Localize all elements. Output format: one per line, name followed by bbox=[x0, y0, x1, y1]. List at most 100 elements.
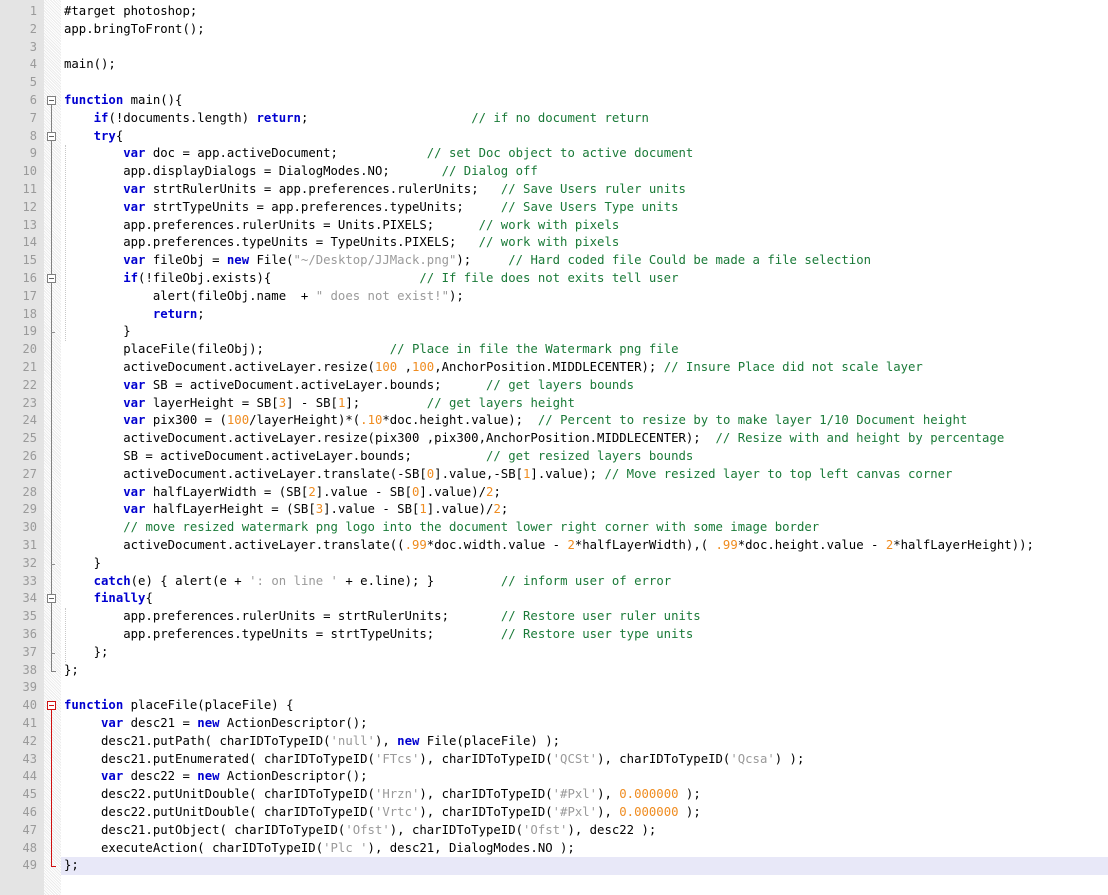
token-str: ': on line ' bbox=[249, 573, 338, 588]
token-plain: ; bbox=[300, 110, 472, 125]
code-editor[interactable]: 1 2 3 4 5 6 7 8 9 10 11 12 13 14 15 16 17 18 19 20 21 22 23 24 2… bbox=[0, 0, 1108, 895]
code-line[interactable]: desc22.putUnitDouble( charIDToTypeID('Vr… bbox=[61, 804, 701, 822]
code-line[interactable]: app.preferences.rulerUnits = Units.PIXEL… bbox=[61, 217, 619, 235]
code-line[interactable]: finally{ bbox=[61, 590, 153, 608]
token-key: function bbox=[64, 698, 124, 713]
code-line[interactable]: var fileObj = new File("~/Desktop/JJMack… bbox=[61, 252, 871, 270]
token-plain: ), bbox=[597, 805, 620, 819]
token-plain: *doc.height.value); bbox=[382, 413, 538, 428]
code-line[interactable]: }; bbox=[61, 644, 109, 662]
code-line[interactable]: }; bbox=[61, 662, 79, 680]
code-line[interactable]: var halfLayerWidth = (SB[2].value - SB[0… bbox=[61, 484, 501, 502]
token-plain: activeDocument.activeLayer.translate(-SB… bbox=[64, 466, 427, 481]
token-cmt: // work with pixels bbox=[478, 217, 620, 232]
token-plain: ), charIDToTypeID( bbox=[419, 751, 553, 766]
code-line[interactable]: desc21.putEnumerated( charIDToTypeID('FT… bbox=[61, 751, 804, 769]
code-line[interactable]: if(!fileObj.exists){ // If file does not… bbox=[61, 270, 678, 288]
code-folding-strip[interactable] bbox=[44, 0, 61, 895]
line-number: 11 bbox=[22, 182, 37, 196]
code-line[interactable]: var strtRulerUnits = app.preferences.rul… bbox=[61, 181, 686, 199]
line-number: 22 bbox=[22, 377, 37, 392]
token-plain: ].value)/ bbox=[426, 502, 494, 517]
token-cmt: // get layers bounds bbox=[486, 377, 635, 392]
code-line[interactable]: var pix300 = (100/layerHeight)*(.10*doc.… bbox=[61, 412, 967, 430]
token-plain: pix300 = ( bbox=[145, 413, 227, 428]
fold-collapse-icon[interactable] bbox=[47, 96, 56, 105]
token-cmt: // set Doc object to active document bbox=[426, 146, 694, 161]
line-number: 46 bbox=[22, 805, 37, 819]
token-cmt: // Save Users Type units bbox=[500, 199, 679, 214]
line-number: 10 bbox=[22, 164, 37, 179]
line-number: 8 bbox=[29, 128, 37, 143]
fold-collapse-icon[interactable] bbox=[47, 131, 56, 141]
code-line[interactable]: desc22.putUnitDouble( charIDToTypeID('Hr… bbox=[61, 786, 701, 804]
code-line[interactable]: desc21.putObject( charIDToTypeID('Ofst')… bbox=[61, 822, 656, 840]
code-line[interactable]: activeDocument.activeLayer.resize(100 ,1… bbox=[61, 359, 923, 377]
token-plain: desc21.putObject( charIDToTypeID( bbox=[64, 822, 346, 837]
code-line[interactable]: var strtTypeUnits = app.preferences.type… bbox=[61, 199, 679, 217]
token-key: new bbox=[397, 733, 420, 748]
code-line[interactable]: app.bringToFront(); bbox=[61, 21, 205, 39]
token-plain: ), charIDToTypeID( bbox=[419, 805, 553, 819]
token-num: .99 bbox=[404, 538, 427, 552]
line-number: 13 bbox=[22, 217, 37, 232]
token-plain: ; bbox=[493, 484, 501, 499]
code-line[interactable]: catch(e) { alert(e + ': on line ' + e.li… bbox=[61, 573, 672, 591]
code-line[interactable]: var desc22 = new ActionDescriptor(); bbox=[61, 768, 368, 786]
code-line[interactable] bbox=[61, 679, 71, 697]
code-line[interactable]: var desc21 = new ActionDescriptor(); bbox=[61, 715, 368, 733]
code-line[interactable]: }; bbox=[61, 857, 79, 875]
line-number: 45 bbox=[22, 787, 37, 802]
code-line[interactable]: desc21.putPath( charIDToTypeID('null'), … bbox=[61, 733, 560, 751]
token-str: '#Pxl' bbox=[552, 805, 598, 819]
current-line-highlight bbox=[61, 857, 1108, 876]
code-line[interactable]: } bbox=[61, 555, 101, 573]
code-line[interactable]: var SB = activeDocument.activeLayer.boun… bbox=[61, 377, 634, 395]
code-line[interactable]: SB = activeDocument.activeLayer.bounds; … bbox=[61, 448, 693, 466]
token-plain: *doc.height.value - bbox=[737, 538, 886, 552]
code-line[interactable]: function main(){ bbox=[61, 92, 182, 110]
code-line[interactable]: activeDocument.activeLayer.resize(pix300… bbox=[61, 430, 1004, 448]
code-line[interactable]: executeAction( charIDToTypeID('Plc '), d… bbox=[61, 840, 575, 858]
token-plain: ].value,-SB[ bbox=[434, 466, 524, 481]
code-line[interactable]: activeDocument.activeLayer.translate(-SB… bbox=[61, 466, 952, 484]
line-number: 14 bbox=[22, 235, 37, 250]
code-line[interactable] bbox=[61, 39, 71, 57]
code-line[interactable]: if(!documents.length) return; // if no d… bbox=[61, 110, 649, 128]
token-key: var bbox=[123, 253, 146, 268]
token-plain: executeAction( charIDToTypeID( bbox=[64, 840, 324, 855]
code-line[interactable]: return; bbox=[61, 306, 205, 324]
code-line[interactable]: var doc = app.activeDocument; // set Doc… bbox=[61, 145, 693, 163]
fold-collapse-icon[interactable] bbox=[47, 274, 56, 283]
code-line[interactable]: activeDocument.activeLayer.translate((.9… bbox=[61, 537, 1034, 555]
token-plain: ) ); bbox=[774, 751, 805, 766]
code-line[interactable]: alert(fileObj.name + " does not exist!")… bbox=[61, 288, 464, 306]
code-line[interactable]: app.preferences.rulerUnits = strtRulerUn… bbox=[61, 608, 700, 626]
code-line[interactable]: main(); bbox=[61, 56, 116, 74]
code-line[interactable]: try{ bbox=[61, 128, 124, 146]
code-line[interactable]: function placeFile(placeFile) { bbox=[61, 697, 294, 715]
code-line[interactable]: // move resized watermark png logo into … bbox=[61, 519, 819, 537]
line-number: 28 bbox=[22, 484, 37, 499]
token-plain: app.preferences.typeUnits = strtTypeUnit… bbox=[64, 627, 501, 641]
code-line[interactable]: #target photoshop; bbox=[61, 3, 197, 21]
fold-collapse-icon[interactable] bbox=[47, 701, 56, 711]
token-key: var bbox=[123, 395, 146, 410]
code-line[interactable] bbox=[61, 74, 71, 92]
code-line[interactable]: } bbox=[61, 323, 130, 341]
token-plain: desc22 = bbox=[123, 769, 198, 784]
code-line[interactable]: var layerHeight = SB[3] - SB[1]; // get … bbox=[61, 395, 575, 413]
code-line[interactable]: app.displayDialogs = DialogModes.NO; // … bbox=[61, 163, 538, 181]
code-line[interactable]: app.preferences.typeUnits = strtTypeUnit… bbox=[61, 626, 693, 644]
token-plain: ), charIDToTypeID( bbox=[389, 822, 524, 837]
line-number: 16 bbox=[22, 271, 37, 285]
code-line[interactable]: var halfLayerHeight = (SB[3].value - SB[… bbox=[61, 501, 508, 519]
fold-collapse-icon[interactable] bbox=[47, 594, 56, 604]
code-text-area[interactable]: #target photoshop; app.bringToFront(); ma… bbox=[61, 0, 1108, 895]
token-key: try bbox=[93, 128, 116, 143]
code-line[interactable]: app.preferences.typeUnits = TypeUnits.PI… bbox=[61, 234, 619, 252]
code-line[interactable]: placeFile(fileObj); // Place in file the… bbox=[61, 341, 678, 359]
